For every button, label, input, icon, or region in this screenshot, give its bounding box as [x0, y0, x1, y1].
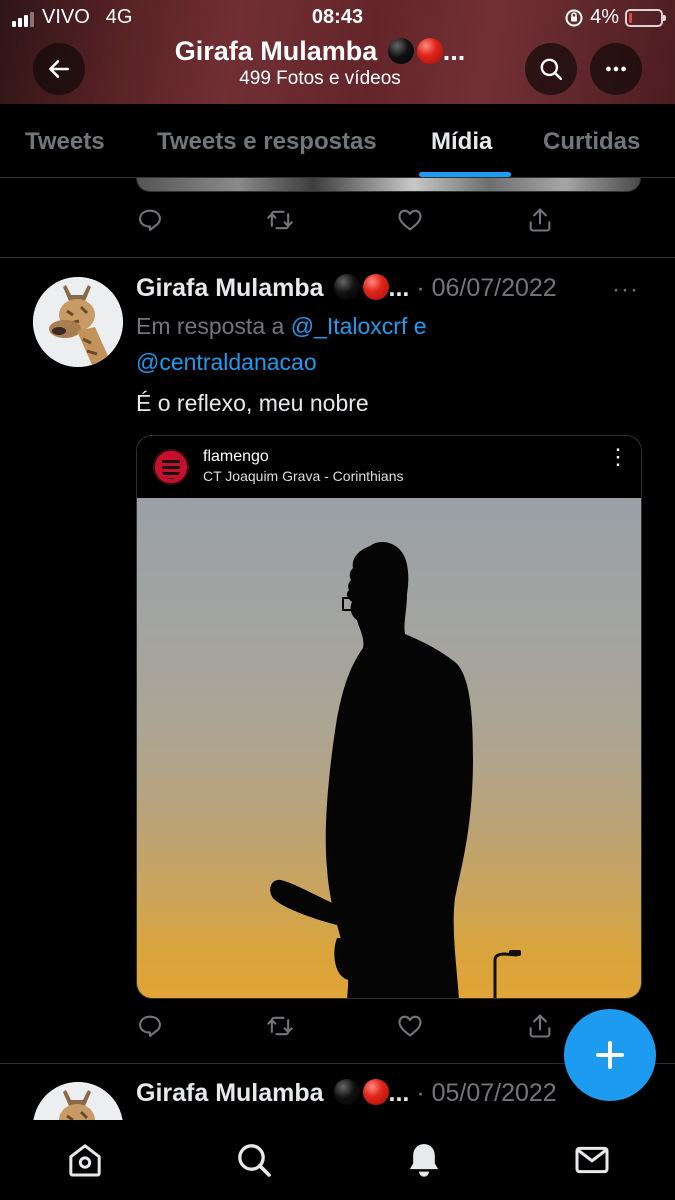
arrow-left-icon — [49, 60, 69, 78]
mention-link[interactable]: @_Italoxcrf — [291, 313, 408, 339]
author-name[interactable]: Girafa Mulamba — [136, 1079, 324, 1107]
nav-messages[interactable] — [572, 1140, 612, 1180]
red-circle-emoji — [362, 274, 389, 300]
previous-tweet-actions — [136, 206, 556, 236]
red-circle-emoji — [362, 1079, 389, 1105]
share-button[interactable] — [526, 206, 556, 236]
retweet-button[interactable] — [266, 1012, 296, 1042]
silhouette-image — [270, 542, 521, 998]
tweet-date[interactable]: 06/07/2022 — [432, 274, 557, 302]
retweet-icon — [267, 1016, 293, 1036]
back-button[interactable] — [33, 43, 85, 95]
black-circle-emoji — [333, 1079, 360, 1105]
orientation-lock-icon — [565, 9, 583, 26]
notifications-icon — [409, 1144, 439, 1177]
reply-icon — [139, 1015, 161, 1037]
retweet-button[interactable] — [266, 206, 296, 236]
tweet-date[interactable]: 05/07/2022 — [432, 1079, 557, 1107]
tab-tweets-replies[interactable]: Tweets e respostas — [157, 128, 377, 156]
active-tab-indicator — [419, 172, 511, 177]
tweet-actions — [136, 1012, 556, 1042]
reply-button[interactable] — [136, 206, 166, 236]
media-count: 499 Fotos e vídeos — [239, 68, 401, 89]
silhouette-photo — [137, 498, 641, 998]
search-button[interactable] — [525, 43, 577, 95]
tweet-header: Girafa Mulamba ... · 06/07/2022 — [136, 274, 557, 303]
date-separator: · — [416, 274, 425, 302]
tweet-more-button[interactable]: ··· — [612, 276, 639, 304]
reply-context: Em resposta a @_Italoxcrf e @centraldana… — [136, 308, 596, 380]
giraffe-avatar-image — [33, 277, 123, 367]
author-ellipsis: ... — [388, 274, 410, 302]
flamengo-logo-icon — [153, 449, 189, 485]
retweet-icon — [267, 210, 293, 230]
reply-joiner: e — [413, 313, 427, 339]
search-icon — [238, 1144, 271, 1177]
date-separator: · — [416, 1079, 425, 1107]
tweet-text: É o reflexo, meu nobre — [136, 390, 369, 416]
mention-link[interactable]: @centraldanacao — [136, 349, 317, 375]
reply-prefix: Em resposta a — [136, 313, 285, 339]
tab-tweets[interactable]: Tweets — [25, 128, 105, 156]
avatar[interactable] — [33, 1082, 123, 1120]
bottom-navigation — [0, 1120, 675, 1200]
nav-home[interactable] — [65, 1140, 105, 1180]
author-name[interactable]: Girafa Mulamba — [136, 274, 324, 302]
more-horizontal-icon — [606, 66, 626, 72]
instagram-username: flamengo — [203, 448, 269, 465]
like-icon — [398, 209, 422, 231]
home-icon — [69, 1144, 101, 1177]
tab-media[interactable]: Mídia — [431, 128, 492, 156]
reply-icon — [139, 209, 161, 231]
search-icon — [540, 58, 563, 81]
compose-tweet-button[interactable] — [564, 1009, 656, 1101]
battery-icon — [625, 8, 666, 27]
profile-tabs: Tweets Tweets e respostas Mídia Curtidas — [0, 104, 675, 178]
giraffe-avatar-image — [33, 1082, 123, 1120]
share-button[interactable] — [526, 1012, 556, 1042]
tweet-divider — [0, 257, 675, 258]
more-options-button[interactable] — [590, 43, 642, 95]
instagram-location: CT Joaquim Grava - Corinthians — [203, 468, 404, 484]
nav-notifications[interactable] — [404, 1140, 444, 1180]
like-button[interactable] — [396, 206, 426, 236]
messages-icon — [575, 1146, 609, 1174]
author-ellipsis: ... — [388, 1079, 410, 1107]
previous-tweet-media[interactable] — [136, 178, 641, 192]
tab-likes[interactable]: Curtidas — [543, 128, 640, 156]
black-circle-emoji — [333, 274, 360, 300]
nav-search[interactable] — [234, 1140, 274, 1180]
like-icon — [398, 1015, 422, 1037]
tweet-header: Girafa Mulamba ... · 05/07/2022 — [136, 1079, 557, 1108]
share-icon — [529, 208, 551, 232]
battery-percent: 4% — [590, 6, 619, 28]
profile-header: VIVO 4G 08:43 4% Girafa Mulamba ... 499 … — [0, 0, 675, 104]
avatar[interactable] — [33, 277, 123, 367]
reply-button[interactable] — [136, 1012, 166, 1042]
header-title-block: Girafa Mulamba ... 499 Fotos e vídeos — [90, 36, 550, 90]
status-bar: VIVO 4G 08:43 4% — [0, 4, 675, 30]
name-ellipsis: ... — [442, 36, 466, 66]
tweet-media[interactable]: flamengo CT Joaquim Grava - Corinthians … — [136, 435, 642, 999]
like-button[interactable] — [396, 1012, 426, 1042]
instagram-menu-icon: ⋮ — [607, 444, 629, 469]
share-icon — [529, 1014, 551, 1038]
profile-name-text: Girafa Mulamba — [174, 36, 378, 66]
profile-name: Girafa Mulamba ... — [90, 36, 550, 67]
red-circle-emoji — [416, 38, 443, 64]
plus-icon — [596, 1041, 624, 1069]
black-circle-emoji — [387, 38, 414, 64]
instagram-post-header: flamengo CT Joaquim Grava - Corinthians … — [137, 436, 641, 498]
